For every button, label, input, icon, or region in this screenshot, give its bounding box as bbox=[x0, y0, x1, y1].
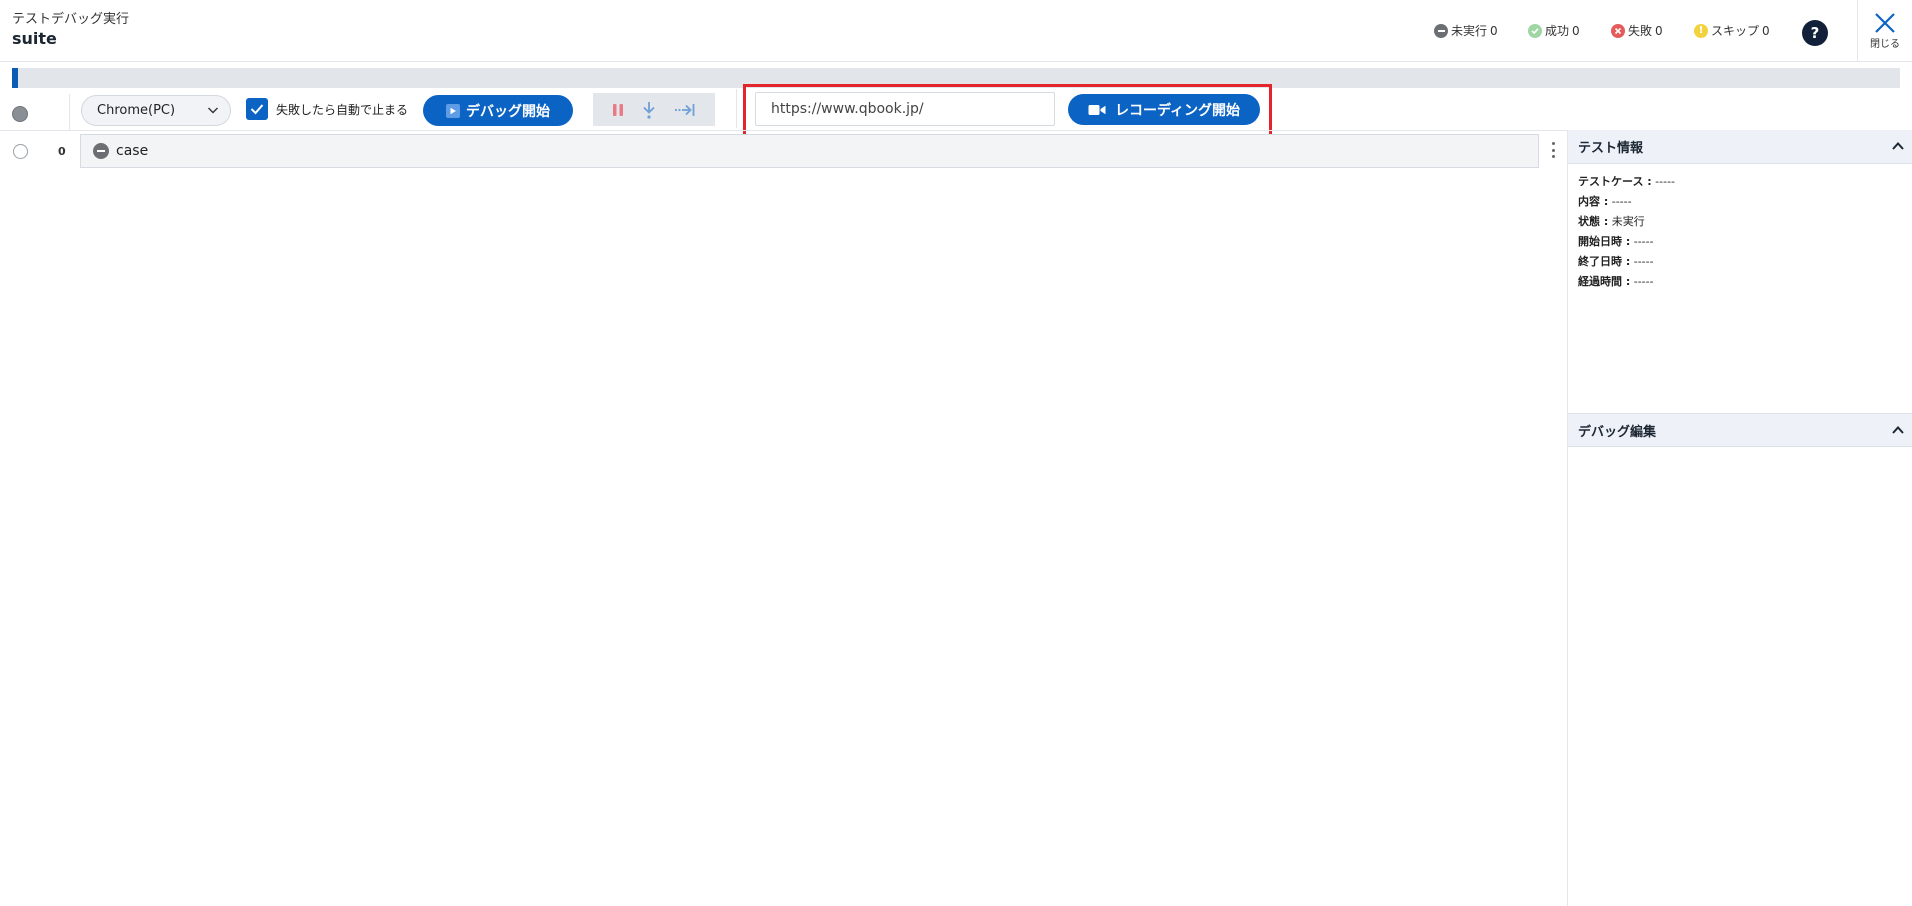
chevron-up-icon[interactable] bbox=[1891, 423, 1905, 437]
stop-on-fail-checkbox[interactable] bbox=[246, 98, 268, 120]
status-skipped-count: 0 bbox=[1762, 23, 1770, 38]
x-circle-icon bbox=[1611, 23, 1625, 38]
page-title: suite bbox=[12, 29, 57, 48]
more-options-icon[interactable] bbox=[1549, 140, 1557, 160]
play-icon bbox=[446, 103, 460, 118]
help-icon: ? bbox=[1810, 24, 1820, 42]
status-failed-label: 失敗 bbox=[1628, 24, 1653, 38]
video-camera-icon bbox=[1088, 104, 1106, 115]
chevron-up-icon[interactable] bbox=[1891, 139, 1905, 153]
list-divider bbox=[0, 130, 1567, 131]
close-label: 閉じる bbox=[1870, 39, 1900, 50]
warning-icon: ! bbox=[1694, 23, 1708, 38]
step-down-icon bbox=[643, 101, 655, 119]
check-icon bbox=[250, 104, 264, 115]
debug-edit-title: デバッグ編集 bbox=[1578, 424, 1657, 440]
status-failed-count: 0 bbox=[1655, 23, 1663, 38]
stop-on-fail-label: 失敗したら自動で止まる bbox=[276, 103, 409, 117]
select-all-cell bbox=[0, 94, 70, 130]
step-to-end-icon bbox=[675, 103, 695, 116]
step-over-button[interactable] bbox=[674, 102, 696, 118]
chevron-down-icon bbox=[208, 107, 218, 114]
info-row-testcase: テストケース : ----- bbox=[1578, 175, 1676, 188]
info-row-start-time: 開始日時 : ----- bbox=[1578, 235, 1654, 248]
browser-select[interactable]: Chrome(PC) bbox=[81, 95, 231, 126]
info-row-end-time: 終了日時 : ----- bbox=[1578, 255, 1654, 268]
progress-bar bbox=[12, 68, 1900, 88]
step-into-button[interactable] bbox=[641, 101, 657, 119]
case-name: case bbox=[116, 143, 149, 159]
browser-select-value: Chrome(PC) bbox=[97, 103, 176, 118]
header: テストデバッグ実行 suite 未実行 0 成功 0 失敗 0 ! スキップ 0… bbox=[0, 0, 1912, 62]
test-info-title: テスト情報 bbox=[1578, 141, 1644, 156]
close-icon bbox=[1875, 13, 1895, 33]
info-row-elapsed: 経過時間 : ----- bbox=[1578, 275, 1654, 288]
status-not-run-label: 未実行 bbox=[1451, 24, 1488, 38]
debug-start-button[interactable]: デバッグ開始 bbox=[423, 95, 573, 126]
pause-button[interactable] bbox=[612, 103, 624, 117]
row-radio[interactable] bbox=[13, 144, 28, 159]
row-select-cell: 0 bbox=[0, 131, 70, 171]
status-success: 成功 0 bbox=[1528, 22, 1580, 39]
status-success-label: 成功 bbox=[1545, 24, 1570, 38]
help-button[interactable]: ? bbox=[1802, 20, 1828, 46]
debug-start-label: デバッグ開始 bbox=[466, 103, 550, 120]
not-run-icon bbox=[93, 143, 109, 159]
recording-start-button[interactable]: レコーディング開始 bbox=[1068, 94, 1260, 125]
list-item-case[interactable]: case bbox=[80, 134, 1539, 168]
pause-icon bbox=[612, 103, 623, 116]
recording-start-label: レコーディング開始 bbox=[1114, 102, 1241, 119]
right-panel: テスト情報 テストケース : ----- 内容 : ----- 状態 : 未実行… bbox=[1567, 130, 1912, 906]
row-index: 0 bbox=[58, 145, 66, 158]
debug-edit-header[interactable]: デバッグ編集 bbox=[1568, 413, 1912, 447]
status-not-run: 未実行 0 bbox=[1434, 22, 1498, 39]
overall-status-icon bbox=[12, 106, 28, 122]
url-input[interactable] bbox=[755, 92, 1055, 126]
info-row-content: 内容 : ----- bbox=[1578, 195, 1632, 208]
progress-fill bbox=[12, 68, 18, 88]
check-icon bbox=[1528, 23, 1542, 38]
test-info-header[interactable]: テスト情報 bbox=[1568, 130, 1912, 164]
status-success-count: 0 bbox=[1572, 23, 1580, 38]
info-row-state: 状態 : 未実行 bbox=[1578, 215, 1645, 228]
status-skipped: ! スキップ 0 bbox=[1694, 22, 1770, 39]
status-failed: 失敗 0 bbox=[1611, 22, 1663, 39]
not-run-icon bbox=[1434, 23, 1448, 38]
test-info-list: テストケース : ----- 内容 : ----- 状態 : 未実行 開始日時 … bbox=[1578, 172, 1675, 292]
status-not-run-count: 0 bbox=[1490, 23, 1498, 38]
toolbar-divider bbox=[736, 89, 737, 128]
status-skipped-label: スキップ bbox=[1711, 24, 1760, 38]
debug-controls bbox=[593, 93, 715, 126]
close-button[interactable]: 閉じる bbox=[1857, 0, 1912, 62]
page-subtitle: テストデバッグ実行 bbox=[12, 12, 130, 27]
